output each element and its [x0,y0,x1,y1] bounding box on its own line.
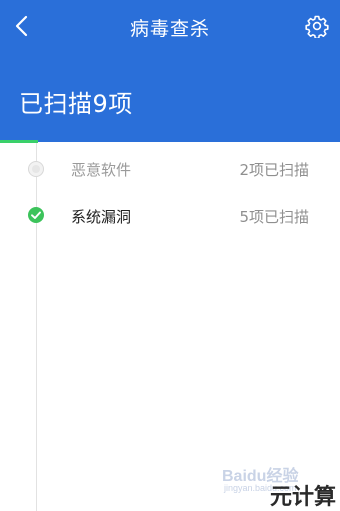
settings-button[interactable] [302,11,332,41]
scan-item-label: 恶意软件 [71,161,132,179]
page-title: 病毒查杀 [129,18,210,40]
progress-indicator [0,140,38,143]
scan-summary: 已扫描9项 [19,90,133,118]
scan-item-malware: 恶意软件 2项已扫描 [0,145,340,193]
scan-item-system-vulnerabilities: 系统漏洞 5项已扫描 [0,192,340,240]
gear-icon [305,15,329,38]
watermark-site: 元计算 [270,485,337,510]
header-bar: 病毒查杀 已扫描9项 [0,0,340,142]
scan-item-count: 2项已扫描 [239,161,309,179]
pending-status-icon [28,161,44,177]
check-circle-icon [28,207,44,223]
scan-item-label: 系统漏洞 [71,208,132,226]
scan-item-count: 5项已扫描 [239,208,309,226]
